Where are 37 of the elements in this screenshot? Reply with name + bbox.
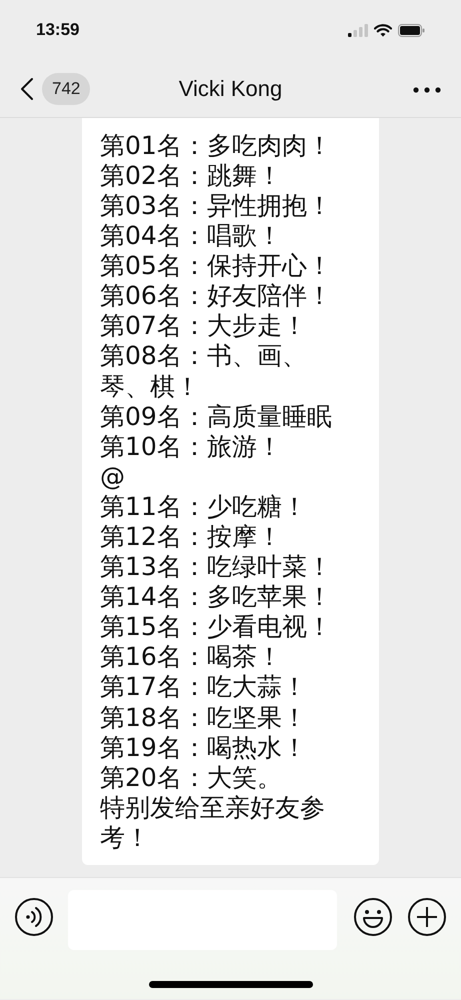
status-time: 13:59 <box>36 20 80 40</box>
message-line: 第04名：唱歌！ <box>100 221 282 252</box>
message-line: 第09名：高质量睡眠 <box>100 402 332 432</box>
message-line: 第14名：多吃苹果！ <box>100 582 332 612</box>
voice-button[interactable] <box>14 897 54 937</box>
message-line: 特别发给至亲好友参考！ <box>100 792 326 853</box>
message-line: 第15名：少看电视！ <box>100 612 332 642</box>
message-line: 第16名：喝茶！ <box>100 642 282 672</box>
more-icon <box>413 87 441 93</box>
voice-icon <box>14 897 54 937</box>
back-button[interactable]: 742 <box>20 72 90 104</box>
wifi-icon <box>374 24 392 36</box>
emoji-button[interactable] <box>353 897 393 937</box>
message-line: 第03名：异性拥抱！ <box>100 190 332 222</box>
message-line: 第06名：好友陪伴！ <box>100 281 332 312</box>
message-line: 第17名：吃大蒜！ <box>100 672 307 703</box>
message-line: 第07名：大步走！ <box>100 311 307 342</box>
unread-count: 742 <box>42 72 90 104</box>
message-line: 第13名：吃绿叶菜！ <box>100 552 332 582</box>
message-line: 第02名：跳舞！ <box>100 160 282 191</box>
signal-icon <box>348 24 368 36</box>
message-line: 第18名：吃坚果！ <box>100 702 307 733</box>
message-line: 第05名：保持开心！ <box>100 251 332 282</box>
message-line: 第20名：大笑。 <box>100 762 282 793</box>
message-line: 第01名：多吃肉肉！ <box>100 130 332 161</box>
message-line: 第08名：书、画、琴、棋！ <box>100 341 308 402</box>
back-icon <box>20 76 34 100</box>
message-line: 第12名：按摩！ <box>100 522 282 552</box>
message-line: 第11名：少吃糖！ <box>100 492 307 522</box>
add-button[interactable] <box>407 897 447 937</box>
battery-icon <box>398 24 425 36</box>
message-line: 第10名：旅游！ <box>100 432 282 462</box>
message-line: @ <box>100 462 125 492</box>
message-line: 第19名：喝热水！ <box>100 732 307 763</box>
chat-title: Vicki Kong <box>178 76 282 100</box>
plus-icon <box>407 897 447 937</box>
smiley-icon <box>353 897 393 937</box>
